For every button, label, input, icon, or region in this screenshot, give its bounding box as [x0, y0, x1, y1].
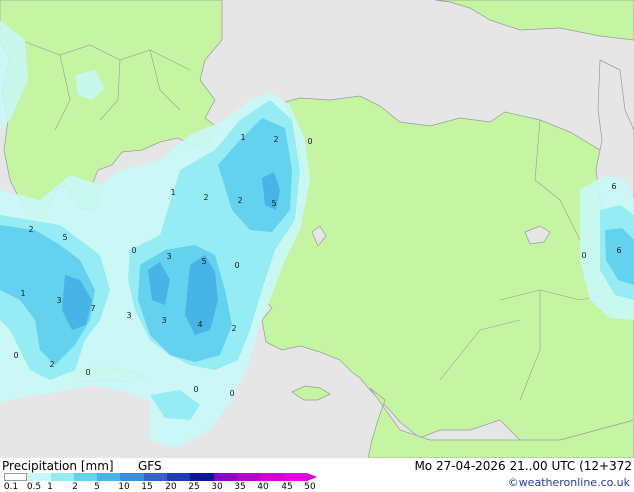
legend-tick-label: 30	[211, 482, 223, 492]
value-label: 7	[90, 304, 95, 313]
value-label: 0	[85, 368, 90, 377]
value-label: 0	[13, 351, 18, 360]
legend-tick-label: 20	[165, 482, 177, 492]
value-label: 5	[201, 257, 206, 266]
value-label: 2	[49, 360, 54, 369]
legend-swatch	[260, 473, 284, 481]
value-label: 0	[229, 389, 234, 398]
value-label: 6	[616, 246, 621, 255]
legend-swatch	[190, 473, 214, 481]
legend-tick-label: 0.1	[3, 482, 19, 492]
value-label: 0	[581, 251, 586, 260]
map-canvas: 1 2 0 1 2 2 5 6 2 5 0 3 5 0 1 3 7 3 3 4 …	[0, 0, 634, 458]
value-label: 5	[271, 199, 276, 208]
precipitation-map: 1 2 0 1 2 2 5 6 2 5 0 3 5 0 1 3 7 3 3 4 …	[0, 0, 634, 458]
legend-tick-label: 50	[304, 482, 316, 492]
legend-tick-label: 5	[94, 482, 100, 492]
value-label: 3	[56, 296, 61, 305]
value-label: 3	[161, 316, 166, 325]
color-legend	[4, 473, 317, 481]
value-label: 3	[126, 311, 131, 320]
credit-link[interactable]: ©weatheronline.co.uk	[508, 476, 630, 489]
map-title: Precipitation [mm]	[2, 459, 114, 473]
value-label: 2	[231, 324, 236, 333]
map-footer: Precipitation [mm] GFS Mo 27-04-2026 21.…	[0, 458, 634, 492]
legend-swatch	[143, 473, 168, 481]
value-label: 4	[197, 320, 202, 329]
value-label: 5	[62, 233, 67, 242]
legend-swatch	[283, 473, 307, 481]
legend-tick-label: 1	[47, 482, 53, 492]
legend-tick-label: 2	[72, 482, 78, 492]
value-label: 1	[170, 188, 175, 197]
value-label: 0	[234, 261, 239, 270]
value-label: 2	[237, 196, 242, 205]
legend-swatch	[27, 473, 51, 481]
value-label: 1	[20, 289, 25, 298]
value-label: 0	[307, 137, 312, 146]
value-label: 0	[193, 385, 198, 394]
legend-swatch	[213, 473, 237, 481]
legend-swatch	[236, 473, 261, 481]
value-label: 6	[611, 182, 616, 191]
legend-tick-label: 45	[281, 482, 293, 492]
value-label: 0	[131, 246, 136, 255]
value-label: 1	[240, 133, 245, 142]
valid-time: Mo 27-04-2026 21..00 UTC (12+372	[414, 459, 632, 473]
legend-tick-label: 15	[141, 482, 153, 492]
legend-tick-label: 0.5	[26, 482, 42, 492]
value-label: 2	[28, 225, 33, 234]
legend-arrow	[306, 473, 317, 481]
legend-swatch	[97, 473, 121, 481]
value-label: 2	[273, 135, 278, 144]
legend-tick-label: 10	[118, 482, 130, 492]
model-name: GFS	[138, 459, 162, 473]
legend-tick-label: 35	[234, 482, 246, 492]
legend-swatch	[167, 473, 191, 481]
legend-swatch	[50, 473, 74, 481]
legend-tick-label: 25	[188, 482, 200, 492]
legend-swatch	[4, 473, 28, 481]
value-label: 3	[166, 252, 171, 261]
legend-swatch	[73, 473, 98, 481]
legend-swatch	[120, 473, 144, 481]
value-label: 2	[203, 193, 208, 202]
legend-tick-label: 40	[257, 482, 269, 492]
